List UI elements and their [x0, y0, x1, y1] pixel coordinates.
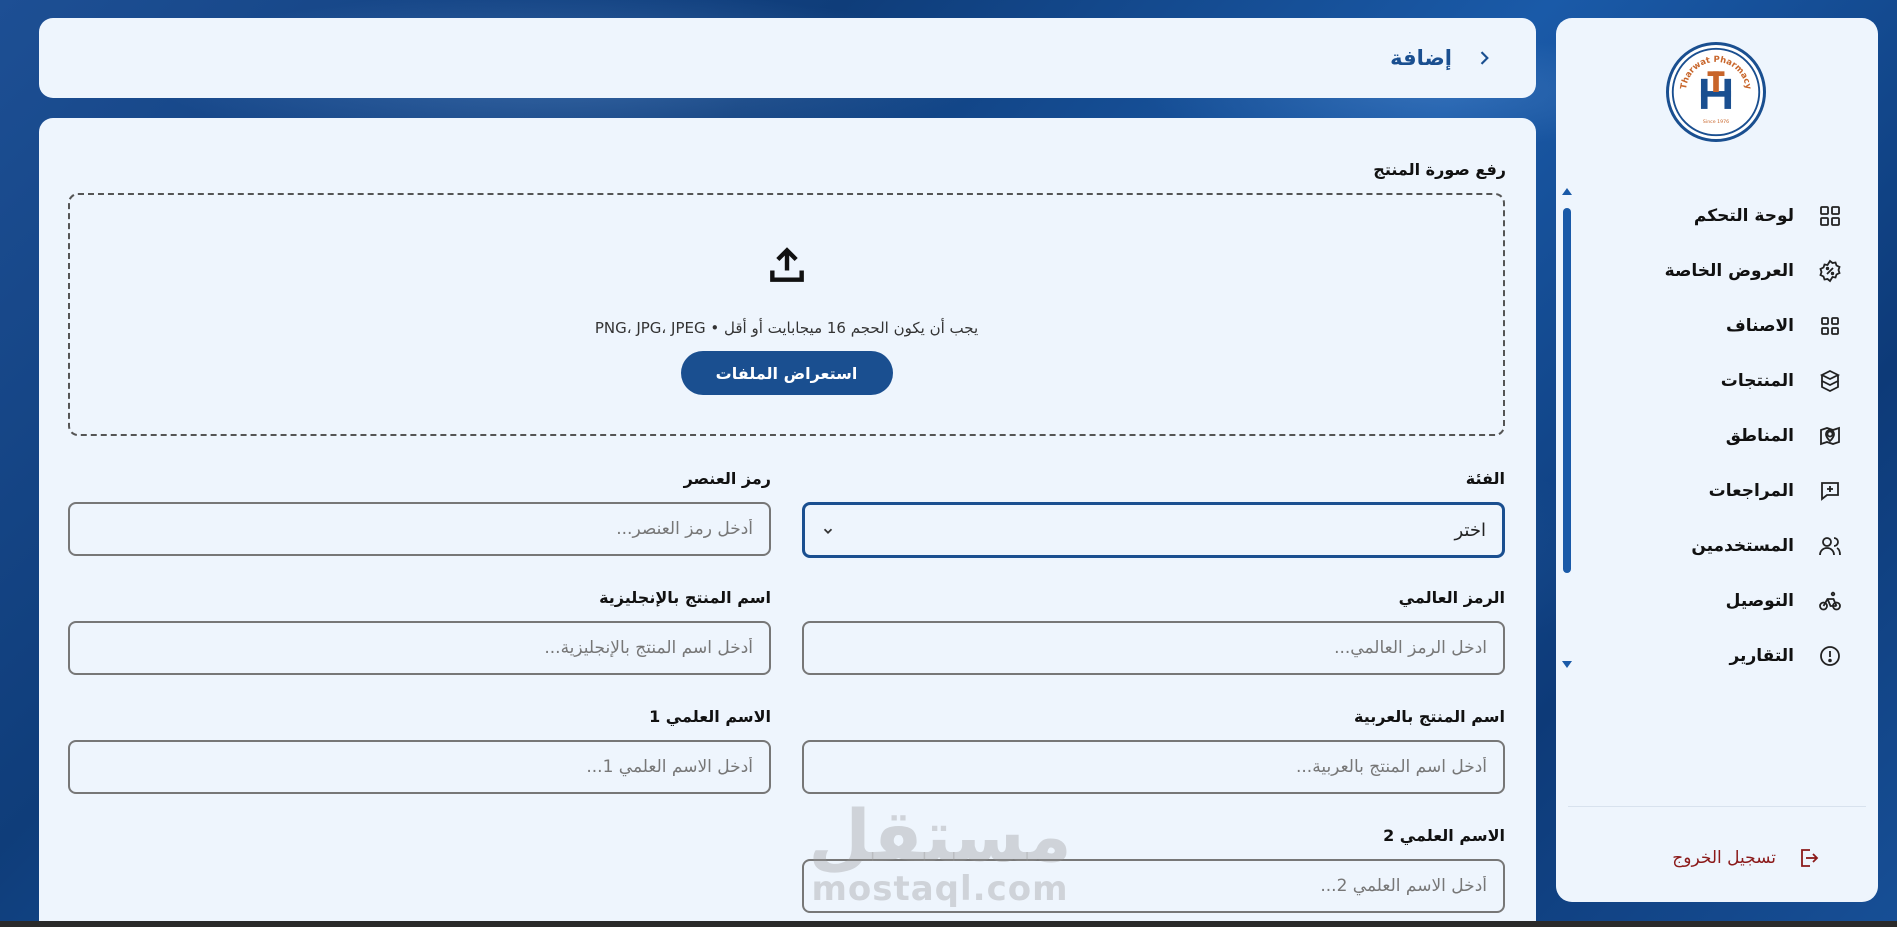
sidebar: Tharwat Pharmacy Since 1976 لوحة التحكم …: [1556, 18, 1878, 902]
categories-grid-icon: [1816, 312, 1844, 340]
dashboard-icon: [1816, 202, 1844, 230]
users-icon: [1816, 532, 1844, 560]
sidebar-item-reports[interactable]: التقارير: [1584, 628, 1844, 683]
sidebar-item-label: المنتجات: [1720, 370, 1794, 391]
image-dropzone[interactable]: يجب أن يكون الحجم 16 ميجابايت أو أقل • P…: [68, 193, 1505, 436]
category-field: الفئة اختر: [802, 468, 1505, 558]
name-en-label: اسم المنتج بالإنجليزية: [599, 588, 771, 607]
sidebar-nav: لوحة التحكم العروض الخاصة الاصناف المنتج…: [1584, 188, 1844, 683]
sidebar-item-special-offers[interactable]: العروض الخاصة: [1584, 243, 1844, 298]
sci-name-2-field: الاسم العلمي 2: [802, 825, 1505, 913]
scroll-thumb[interactable]: [1563, 208, 1571, 573]
back-chevron-icon[interactable]: [1472, 46, 1496, 70]
sidebar-item-dashboard[interactable]: لوحة التحكم: [1584, 188, 1844, 243]
sci-name-1-input[interactable]: [68, 740, 771, 794]
global-code-label: الرمز العالمي: [1398, 588, 1505, 607]
item-code-label: رمز العنصر: [683, 469, 771, 488]
browse-files-button[interactable]: استعراض الملفات: [680, 351, 893, 395]
sci-name-1-label: الاسم العلمي 1: [649, 707, 771, 726]
sidebar-scrollbar[interactable]: [1562, 188, 1572, 668]
logout-label: تسجيل الخروج: [1672, 848, 1776, 868]
window-bottom-bar: [0, 921, 1897, 927]
sidebar-item-label: المناطق: [1725, 425, 1794, 446]
category-label: الفئة: [1465, 469, 1505, 488]
discount-badge-icon: [1816, 257, 1844, 285]
sidebar-item-label: التوصيل: [1725, 590, 1794, 611]
page-header: إضافة: [39, 18, 1536, 98]
name-ar-field: اسم المنتج بالعربية: [802, 706, 1505, 794]
upload-icon: [765, 243, 809, 287]
upload-hint: يجب أن يكون الحجم 16 ميجابايت أو أقل • P…: [594, 319, 979, 337]
message-plus-icon: [1816, 477, 1844, 505]
cubes-icon: [1816, 367, 1844, 395]
name-en-field: اسم المنتج بالإنجليزية: [68, 587, 771, 675]
logo-since: Since 1976: [1703, 119, 1729, 125]
product-form-card: رفع صورة المنتج يجب أن يكون الحجم 16 ميج…: [39, 118, 1536, 927]
sci-name-2-input[interactable]: [802, 859, 1505, 913]
item-code-input[interactable]: [68, 502, 771, 556]
bicycle-icon: [1816, 587, 1844, 615]
sidebar-item-label: لوحة التحكم: [1693, 205, 1794, 226]
logout-button[interactable]: تسجيل الخروج: [1672, 844, 1822, 872]
sidebar-item-label: العروض الخاصة: [1664, 260, 1794, 281]
sidebar-item-label: المراجعات: [1708, 480, 1794, 501]
item-code-field: رمز العنصر: [68, 468, 771, 556]
pharmacy-logo: Tharwat Pharmacy Since 1976: [1666, 42, 1766, 142]
upload-label: رفع صورة المنتج: [1373, 160, 1506, 179]
sidebar-item-users[interactable]: المستخدمين: [1584, 518, 1844, 573]
global-code-input[interactable]: [802, 621, 1505, 675]
sidebar-item-delivery[interactable]: التوصيل: [1584, 573, 1844, 628]
page-title: إضافة: [1390, 46, 1452, 70]
sidebar-item-products[interactable]: المنتجات: [1584, 353, 1844, 408]
map-pin-icon: [1816, 422, 1844, 450]
category-select[interactable]: اختر: [802, 502, 1505, 558]
sidebar-item-label: الاصناف: [1726, 315, 1794, 336]
scroll-up-arrow-icon[interactable]: [1562, 188, 1572, 195]
chevron-down-icon: [821, 523, 835, 537]
name-ar-input[interactable]: [802, 740, 1505, 794]
sidebar-item-categories[interactable]: الاصناف: [1584, 298, 1844, 353]
sci-name-1-field: الاسم العلمي 1: [68, 706, 771, 794]
sidebar-item-label: التقارير: [1729, 645, 1794, 666]
sidebar-item-reviews[interactable]: المراجعات: [1584, 463, 1844, 518]
scroll-down-arrow-icon[interactable]: [1562, 661, 1572, 668]
sidebar-item-label: المستخدمين: [1691, 535, 1794, 556]
sidebar-divider: [1568, 806, 1866, 807]
category-selected-value: اختر: [1454, 519, 1487, 541]
name-en-input[interactable]: [68, 621, 771, 675]
alert-circle-icon: [1816, 642, 1844, 670]
logout-icon: [1794, 844, 1822, 872]
sci-name-2-label: الاسم العلمي 2: [1383, 826, 1505, 845]
name-ar-label: اسم المنتج بالعربية: [1354, 707, 1505, 726]
sidebar-item-regions[interactable]: المناطق: [1584, 408, 1844, 463]
global-code-field: الرمز العالمي: [802, 587, 1505, 675]
